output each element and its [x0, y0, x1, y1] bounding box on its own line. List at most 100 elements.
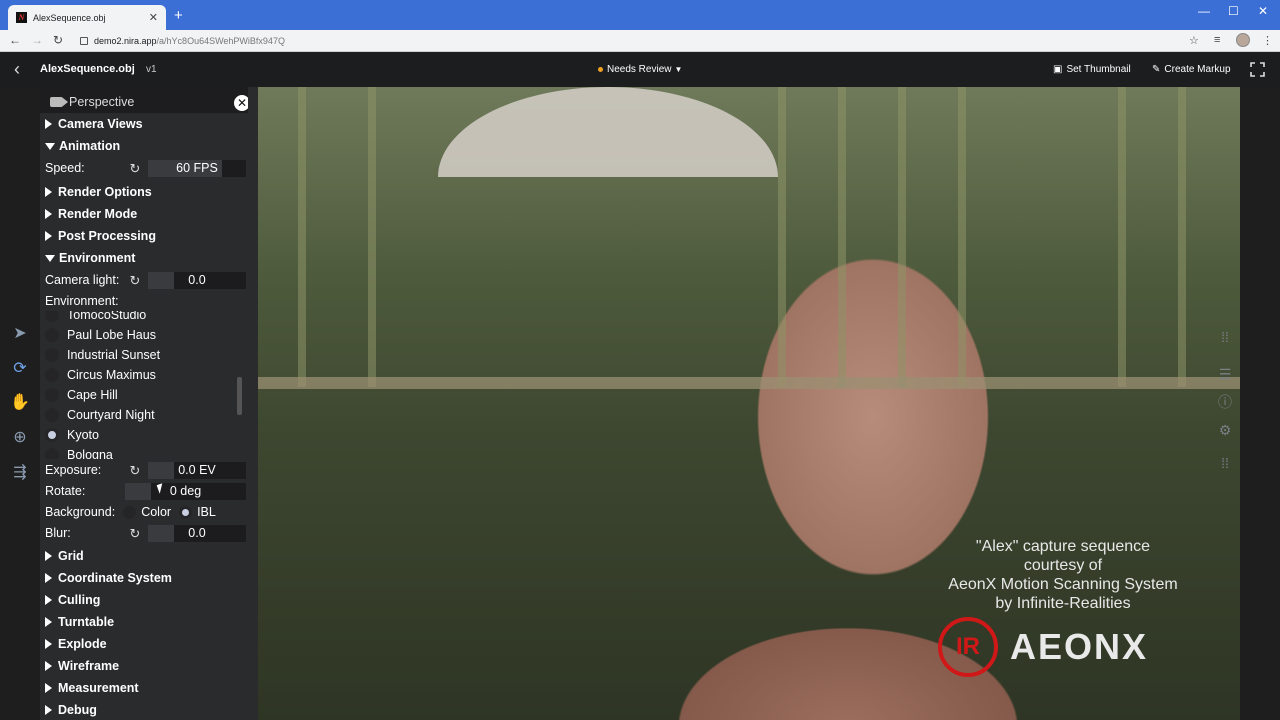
background-color-radio-icon[interactable] — [123, 505, 137, 519]
right-edge — [1240, 87, 1280, 720]
drag-handle-icon[interactable]: ⁞⁞ — [1216, 454, 1234, 472]
camera-light-slider[interactable]: 0.0 — [148, 272, 246, 289]
back-chevron-icon[interactable]: ‹ — [14, 60, 28, 78]
blur-reset-icon[interactable]: ↻ — [128, 527, 142, 541]
section-label: Culling — [58, 593, 101, 607]
expand-arrow-icon — [45, 617, 52, 627]
background-color-option[interactable]: Color — [141, 505, 171, 519]
info-icon[interactable]: ⓘ — [1216, 393, 1234, 411]
exposure-label: Exposure: — [45, 463, 102, 477]
section-render-mode[interactable]: Render Mode — [45, 207, 137, 221]
settings-gear-icon[interactable]: ⚙ — [1216, 421, 1234, 439]
environment-list-scrollbar[interactable] — [237, 377, 242, 415]
bamboo-stalk — [958, 87, 966, 387]
url-host: demo2.nira.app — [94, 36, 157, 46]
environment-option[interactable]: Paul Lobe Haus — [45, 325, 156, 345]
radio-icon — [45, 348, 59, 362]
panel-scrollbar[interactable] — [248, 87, 258, 720]
radio-icon — [45, 368, 59, 382]
orbit-rotate-icon[interactable]: ⟳ — [10, 359, 30, 379]
speed-reset-icon[interactable]: ↻ — [128, 162, 142, 176]
section-label: Explode — [58, 637, 107, 651]
section-debug[interactable]: Debug — [45, 703, 97, 717]
environment-option[interactable]: Bologna — [45, 445, 113, 459]
set-thumbnail-button[interactable]: ▣ Set Thumbnail — [1053, 64, 1131, 75]
fence-rail — [258, 377, 1240, 389]
section-animation[interactable]: Animation — [45, 139, 120, 153]
section-turntable[interactable]: Turntable — [45, 615, 114, 629]
environment-option-label: Circus Maximus — [67, 368, 156, 382]
blur-slider[interactable]: 0.0 — [148, 525, 246, 542]
panel-body: Camera Views Animation Speed: ↻ 60 FPS R… — [40, 113, 250, 720]
profile-avatar[interactable] — [1236, 33, 1250, 47]
bookmark-star-icon[interactable]: ☆ — [1189, 34, 1199, 47]
environment-list[interactable]: TomocoStudio Paul Lobe Haus Industrial S… — [45, 311, 245, 459]
browser-tab[interactable]: N AlexSequence.obj ✕ — [8, 5, 166, 30]
section-render-options[interactable]: Render Options — [45, 185, 152, 199]
environment-option-label: Courtyard Night — [67, 408, 155, 422]
reload-icon[interactable]: ↻ — [53, 33, 63, 47]
camera-light-slider-fill — [148, 272, 174, 289]
new-tab-icon[interactable]: + — [174, 8, 183, 23]
browser-tab-bar: N AlexSequence.obj ✕ + — ☐ ✕ — [0, 0, 1280, 30]
section-environment[interactable]: Environment — [45, 251, 135, 265]
rotate-slider-fill — [125, 483, 151, 500]
section-post-processing[interactable]: Post Processing — [45, 229, 156, 243]
zoom-icon[interactable]: ⊕ — [10, 428, 30, 448]
tab-close-icon[interactable]: ✕ — [149, 11, 158, 24]
environment-list-label: Environment: — [45, 294, 119, 308]
list-icon[interactable]: ☰ — [1216, 365, 1234, 383]
radio-icon — [45, 311, 59, 322]
section-grid[interactable]: Grid — [45, 549, 84, 563]
environment-option[interactable]: Cape Hill — [45, 385, 118, 405]
minimize-icon[interactable]: — — [1198, 4, 1210, 18]
window-close-icon[interactable]: ✕ — [1258, 4, 1268, 18]
background-ibl-option[interactable]: IBL — [197, 505, 216, 519]
section-culling[interactable]: Culling — [45, 593, 100, 607]
create-markup-button[interactable]: ✎ Create Markup — [1152, 64, 1231, 75]
blur-slider-fill — [148, 525, 174, 542]
section-wireframe[interactable]: Wireframe — [45, 659, 119, 673]
drag-handle-icon[interactable]: ⁞⁞ — [1216, 328, 1234, 346]
radio-selected-icon — [45, 428, 59, 442]
expand-arrow-icon — [45, 683, 52, 693]
section-explode[interactable]: Explode — [45, 637, 107, 651]
aeonx-wordmark: AEONX — [1010, 626, 1149, 667]
back-arrow-icon[interactable]: ← — [9, 33, 21, 47]
environment-option[interactable]: Industrial Sunset — [45, 345, 160, 365]
environment-option-label: Bologna — [67, 448, 113, 459]
exposure-reset-icon[interactable]: ↻ — [128, 464, 142, 478]
speed-value: 60 FPS — [176, 161, 218, 175]
expand-arrow-icon — [45, 551, 52, 561]
section-camera-views[interactable]: Camera Views — [45, 117, 143, 131]
walk-tool-icon[interactable]: ⇶ — [10, 463, 30, 483]
exposure-slider[interactable]: 0.0 EV — [148, 462, 246, 479]
set-thumbnail-label: Set Thumbnail — [1066, 64, 1131, 75]
reading-list-icon[interactable]: ≡ — [1214, 34, 1220, 46]
speed-slider[interactable]: 60 FPS — [148, 160, 246, 177]
environment-option[interactable]: TomocoStudio — [45, 311, 146, 325]
bamboo-stalk — [298, 87, 306, 387]
section-measurement[interactable]: Measurement — [45, 681, 139, 695]
select-pointer-icon[interactable]: ➤ — [10, 324, 30, 344]
background-ibl-radio-icon[interactable] — [179, 505, 193, 519]
pan-hand-icon[interactable]: ✋ — [10, 393, 30, 413]
3d-viewport[interactable]: "Alex" capture sequence courtesy of Aeon… — [258, 87, 1240, 720]
environment-option-selected[interactable]: Kyoto — [45, 425, 99, 445]
browser-menu-icon[interactable]: ⋮ — [1262, 34, 1273, 47]
environment-option[interactable]: Courtyard Night — [45, 405, 155, 425]
camera-mode-header[interactable]: Perspective — [50, 95, 134, 109]
camera-light-label: Camera light: — [45, 273, 120, 287]
section-label: Render Options — [58, 185, 152, 199]
rotate-slider[interactable]: 0 deg — [125, 483, 246, 500]
expand-arrow-icon — [45, 231, 52, 241]
review-status-dropdown[interactable]: Needs Review ▼ — [598, 64, 682, 75]
fullscreen-icon[interactable] — [1250, 62, 1265, 77]
environment-option[interactable]: Circus Maximus — [45, 365, 156, 385]
forward-arrow-icon[interactable]: → — [31, 33, 43, 47]
url-field[interactable]: demo2.nira.app/a/hYc8Ou64SWehPWiBfx947Q — [72, 32, 1202, 50]
section-coordinate-system[interactable]: Coordinate System — [45, 571, 172, 585]
bamboo-stalk — [838, 87, 846, 387]
maximize-icon[interactable]: ☐ — [1228, 4, 1239, 18]
camera-light-reset-icon[interactable]: ↻ — [128, 274, 142, 288]
